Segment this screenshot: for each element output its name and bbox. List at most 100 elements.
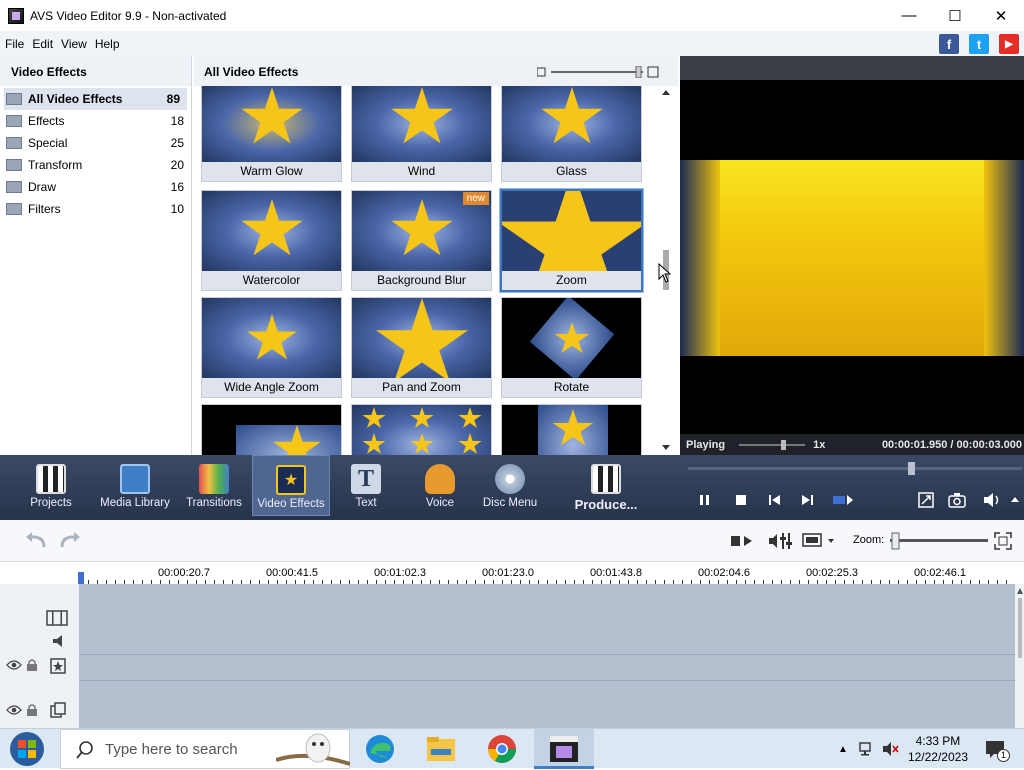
playback-speed[interactable]: 1x [813, 439, 825, 451]
minimize-button[interactable]: — [886, 0, 932, 31]
play-selection-icon[interactable] [832, 493, 854, 507]
file-explorer-icon[interactable] [425, 735, 457, 763]
lock-icon[interactable] [26, 658, 38, 672]
previous-frame-icon[interactable] [768, 493, 782, 507]
category-count: 18 [170, 114, 184, 128]
aspect-ratio-icon[interactable] [802, 532, 838, 550]
disc-menu-label: Disc Menu [482, 497, 538, 509]
disc-menu-button[interactable]: Disc Menu [482, 455, 538, 516]
produce-button[interactable]: Produce... [570, 455, 642, 516]
fullscreen-icon[interactable] [918, 492, 934, 508]
effect-tile-zoom[interactable]: Zoom [499, 188, 644, 293]
split-icon[interactable] [730, 533, 754, 549]
menu-help[interactable]: Help [95, 37, 120, 51]
timeline-zoom-slider[interactable] [890, 532, 988, 550]
timeline-ruler[interactable]: 00:00:20.7 00:00:41.5 00:01:02.3 00:01:2… [0, 562, 1024, 584]
audio-track-mute-icon[interactable] [52, 634, 68, 648]
effect-label: Watercolor [202, 271, 341, 290]
grid-title: All Video Effects [194, 56, 678, 86]
volume-muted-icon[interactable] [882, 741, 900, 757]
playhead-marker[interactable] [78, 572, 86, 584]
effect-label: Pan and Zoom [352, 378, 491, 397]
volume-dropdown-icon[interactable] [1010, 495, 1020, 505]
pause-icon[interactable] [698, 493, 712, 507]
effect-tile-background-blur[interactable]: new Background Blur [351, 190, 492, 291]
taskbar-search-box[interactable]: Type here to search [60, 729, 350, 769]
undo-icon[interactable] [24, 532, 48, 550]
film-icon [120, 464, 150, 494]
audio-mixer-icon[interactable] [768, 531, 796, 551]
volume-speaker-icon[interactable] [982, 492, 1002, 508]
maximize-button[interactable]: ☐ [932, 0, 978, 31]
produce-icon [591, 464, 621, 494]
category-filters[interactable]: Filters 10 [0, 198, 191, 220]
effect-tile-wide-angle-zoom[interactable]: Wide Angle Zoom [201, 297, 342, 398]
ruler-tick: 00:01:23.0 [482, 567, 534, 579]
volume-slider[interactable] [739, 439, 806, 450]
text-button[interactable]: T Text [346, 455, 386, 516]
fit-timeline-icon[interactable] [994, 532, 1012, 550]
owl-illustration-icon [276, 733, 350, 766]
category-label: Draw [28, 180, 57, 194]
category-label: Special [28, 136, 68, 150]
effect-tile[interactable] [201, 404, 342, 455]
menu-edit[interactable]: Edit [32, 37, 53, 51]
facebook-icon[interactable]: f [939, 34, 959, 54]
thumbnail-size-slider[interactable] [537, 66, 661, 78]
projects-button[interactable]: Projects [24, 455, 78, 516]
video-effects-button[interactable]: ★ Video Effects [252, 455, 330, 516]
clock-time: 4:33 PM [915, 734, 961, 748]
new-badge: new [462, 192, 489, 205]
grid-title-text: All Video Effects [204, 65, 299, 79]
mouse-cursor-icon [658, 263, 672, 283]
effects-track-icon [50, 658, 66, 674]
network-icon[interactable] [858, 741, 876, 757]
video-preview [680, 56, 1024, 455]
lock-icon[interactable] [26, 703, 38, 717]
media-library-button[interactable]: Media Library [98, 455, 172, 516]
close-button[interactable]: ✕ [978, 0, 1024, 31]
effect-tile-rotate[interactable]: Rotate [501, 297, 642, 398]
category-all-video-effects[interactable]: All Video Effects 89 [4, 88, 187, 110]
twitter-icon[interactable]: t [969, 34, 989, 54]
menu-view[interactable]: View [61, 37, 87, 51]
redo-icon[interactable] [58, 532, 82, 550]
effect-tile[interactable] [501, 404, 642, 455]
snapshot-camera-icon[interactable] [948, 492, 966, 508]
transitions-button[interactable]: Transitions [184, 455, 244, 516]
folder-icon [6, 159, 22, 171]
stop-icon[interactable] [734, 493, 748, 507]
visibility-eye-icon[interactable] [6, 659, 22, 671]
effect-tile-wind[interactable]: Wind [351, 86, 492, 182]
ruler-ticks [79, 577, 1015, 584]
track-area[interactable] [79, 584, 1015, 728]
visibility-eye-icon[interactable] [6, 704, 22, 716]
edge-browser-icon[interactable] [364, 733, 396, 765]
effect-tile-pan-and-zoom[interactable]: Pan and Zoom [351, 297, 492, 398]
effect-tile-warm-glow[interactable]: Warm Glow [201, 86, 342, 182]
notification-center-icon[interactable]: 1 [984, 738, 1010, 762]
category-draw[interactable]: Draw 16 [0, 176, 191, 198]
avs-taskbar-button[interactable] [534, 729, 594, 769]
menu-file[interactable]: File [5, 37, 24, 51]
show-hidden-icons[interactable]: ▲ [838, 744, 848, 755]
microphone-icon [425, 464, 455, 494]
category-effects[interactable]: Effects 18 [0, 110, 191, 132]
effect-tile[interactable] [351, 404, 492, 455]
ruler-tick: 00:02:25.3 [806, 567, 858, 579]
next-frame-icon[interactable] [800, 493, 814, 507]
category-special[interactable]: Special 25 [0, 132, 191, 154]
voice-button[interactable]: Voice [418, 455, 462, 516]
seek-bar[interactable] [688, 461, 1022, 475]
preview-info-bar: Playing 1x 00:00:01.950 / 00:00:03.000 [680, 434, 1024, 455]
effect-tile-glass[interactable]: Glass [501, 86, 642, 182]
timeline-vertical-scrollbar[interactable] [1016, 584, 1024, 728]
media-library-label: Media Library [100, 497, 170, 509]
category-transform[interactable]: Transform 20 [0, 154, 191, 176]
avs-video-editor-icon [550, 736, 578, 762]
youtube-icon[interactable]: ▶ [999, 34, 1019, 54]
clock[interactable]: 4:33 PM 12/22/2023 [908, 733, 968, 765]
chrome-browser-icon[interactable] [486, 733, 518, 765]
effect-tile-watercolor[interactable]: Watercolor [201, 190, 342, 291]
start-button-icon[interactable] [8, 731, 46, 767]
